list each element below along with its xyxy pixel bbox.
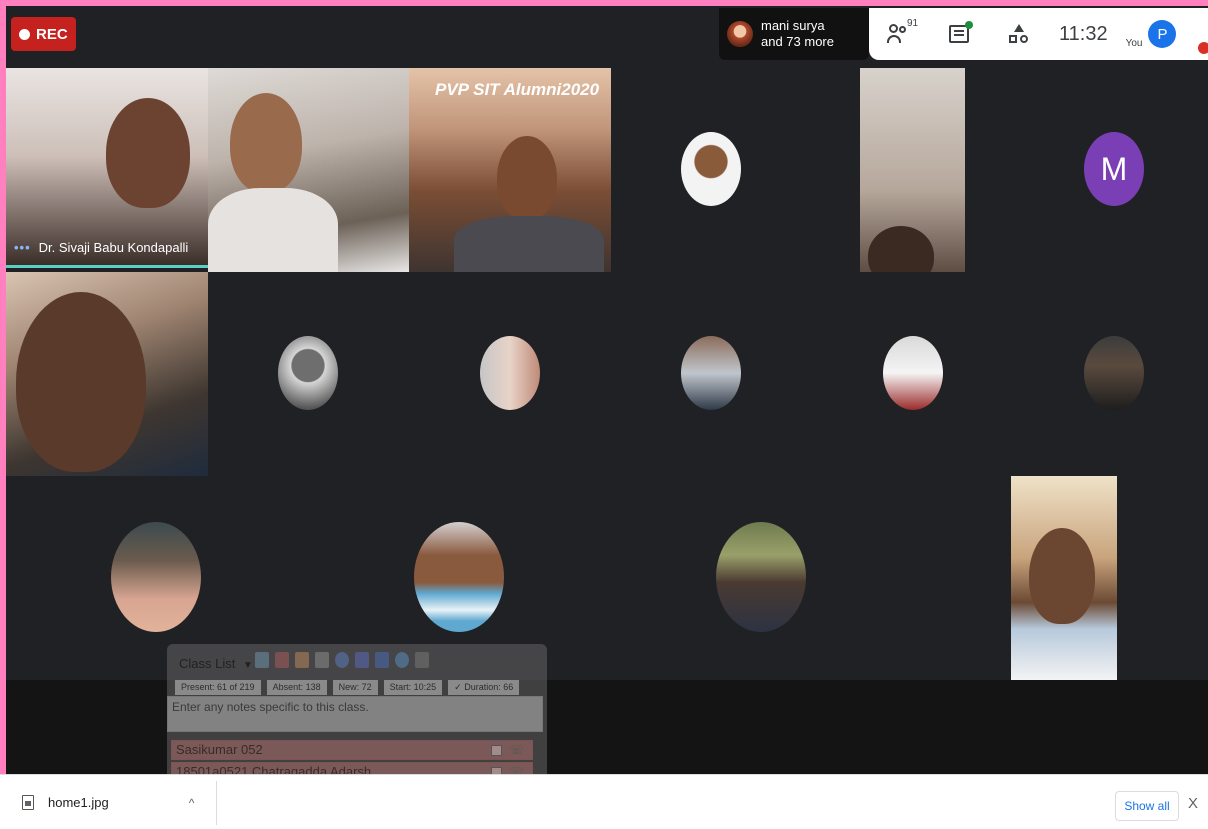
stat-absent: Absent: 138 [266, 680, 327, 695]
class-toolbar [255, 652, 429, 668]
participants-button[interactable]: 91 [869, 8, 929, 60]
participant-face [16, 292, 146, 472]
participant-avatar[interactable] [480, 336, 540, 410]
joined-notification[interactable]: mani surya and 73 more [719, 8, 869, 60]
record-dot-icon [19, 28, 30, 40]
video-tile-2[interactable] [208, 68, 409, 272]
self-avatar[interactable]: P [1148, 20, 1177, 48]
participant-avatar[interactable] [414, 522, 504, 632]
meet-toolbar: 91 11:32 You P [869, 8, 1208, 60]
attendance-checkbox[interactable] [491, 745, 502, 756]
chat-button[interactable] [929, 8, 989, 60]
student-name: 18501a0521 Chatragadda Adarsh [176, 764, 372, 774]
participant-avatar[interactable] [883, 336, 943, 410]
participant-avatar[interactable] [716, 522, 806, 632]
recording-label: REC [36, 25, 68, 43]
chat-icon [949, 21, 973, 43]
class-notes-field[interactable]: Enter any notes specific to this class. [167, 696, 543, 732]
activities-button[interactable] [989, 8, 1049, 60]
video-tile-4[interactable] [860, 68, 965, 272]
participant-face [230, 93, 302, 193]
letter-avatar[interactable]: M [1084, 132, 1144, 206]
participant-face [1029, 528, 1095, 624]
save-icon[interactable] [355, 652, 369, 668]
phone-icon: ☏ [508, 765, 524, 774]
meet-window: REC mani surya and 73 more 91 11:32 You … [6, 6, 1208, 774]
participant-avatar[interactable] [681, 132, 741, 206]
divider [216, 781, 217, 825]
more-options-icon[interactable]: ••• [14, 240, 31, 255]
participant-face [868, 226, 934, 272]
participant-avatar[interactable] [111, 522, 201, 632]
pencil-icon[interactable] [315, 652, 329, 668]
mic-muted-icon [1198, 42, 1208, 54]
stat-start: Start: 10:25 [383, 680, 443, 695]
speaker-name: Dr. Sivaji Babu Kondapalli [38, 240, 189, 255]
participant-avatar[interactable] [278, 336, 338, 410]
joined-name: mani surya [761, 18, 825, 33]
clock: 11:32 [1059, 22, 1108, 45]
show-all-button[interactable]: Show all [1115, 791, 1179, 821]
export-icon[interactable] [295, 652, 309, 668]
video-tile-5[interactable] [6, 272, 208, 476]
student-row[interactable]: Sasikumar 052 ☏ [171, 740, 533, 760]
banner-text: PVP SIT Alumni2020 [435, 80, 600, 99]
recording-indicator: REC [11, 17, 76, 51]
participants-count: 91 [907, 18, 919, 29]
participant-avatar[interactable] [681, 336, 741, 410]
chevron-down-icon: ▼ [242, 660, 253, 671]
html-icon[interactable] [375, 652, 389, 668]
class-list-dropdown[interactable]: Class List ▼ [179, 656, 253, 671]
delete-icon[interactable] [275, 652, 289, 668]
stat-duration: ✓ Duration: 66 [448, 680, 520, 695]
download-item[interactable]: home1.jpg ^ [22, 795, 194, 810]
participant-face [106, 98, 190, 208]
image-file-icon [22, 795, 34, 810]
download-file-name: home1.jpg [48, 795, 109, 810]
student-name: Sasikumar 052 [176, 742, 263, 757]
phone-icon: ☏ [508, 743, 524, 757]
video-tile-speaker[interactable]: ••• Dr. Sivaji Babu Kondapalli [6, 68, 208, 268]
you-label: You [1125, 37, 1143, 49]
stat-present: Present: 61 of 219 [175, 680, 261, 695]
edit-icon[interactable] [255, 652, 269, 668]
attendance-checkbox[interactable] [491, 767, 502, 774]
chevron-up-icon[interactable]: ^ [189, 796, 195, 810]
close-icon[interactable]: X [1188, 795, 1198, 812]
class-list-panel: Class List ▼ Present: 61 of 219 Absent: … [167, 644, 547, 774]
participant-shirt [454, 216, 604, 272]
activities-icon [1009, 24, 1029, 44]
joined-avatar [727, 21, 753, 47]
download-bar: home1.jpg ^ Show all X [0, 774, 1208, 829]
video-tile-6[interactable] [1011, 476, 1117, 680]
globe-icon[interactable] [335, 652, 349, 668]
joined-more: and 73 more [761, 34, 834, 49]
pin-icon[interactable] [415, 652, 429, 668]
participant-face [497, 136, 557, 220]
participant-shirt [208, 188, 338, 272]
speaker-name-tag: ••• Dr. Sivaji Babu Kondapalli [14, 240, 188, 255]
participant-avatar[interactable] [1084, 336, 1144, 410]
class-list-title: Class List [179, 656, 236, 671]
video-tile-3[interactable]: PVP SIT Alumni2020 [409, 68, 611, 272]
student-row[interactable]: 18501a0521 Chatragadda Adarsh ☏ [171, 762, 533, 774]
stat-new: New: 72 [332, 680, 378, 695]
settings-icon[interactable] [395, 652, 409, 668]
class-stats: Present: 61 of 219 Absent: 138 New: 72 S… [175, 680, 520, 695]
